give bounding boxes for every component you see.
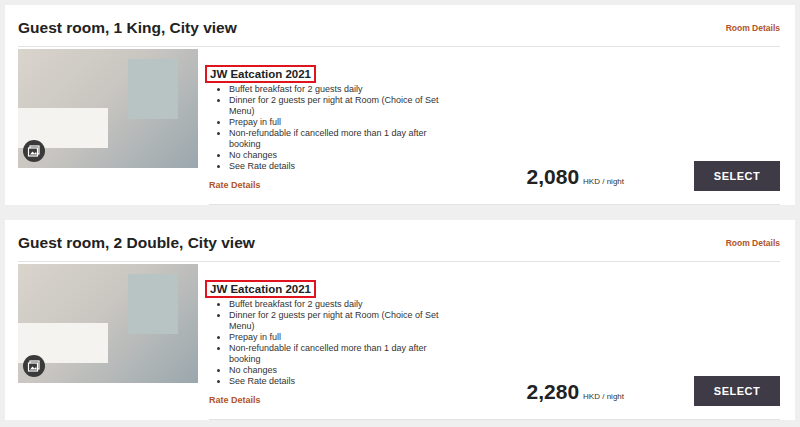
- rate-feature: Dinner for 2 guests per night at Room (C…: [229, 95, 459, 117]
- price-unit: HKD / night: [583, 392, 624, 401]
- rate-name: JW Eatcation 2021: [205, 65, 316, 83]
- rate-feature: See Rate details: [229, 376, 459, 387]
- room-title: Guest room, 1 King, City view: [18, 19, 237, 37]
- rate-feature: Buffet breakfast for 2 guests daily: [229, 84, 459, 95]
- room-header: Guest room, 1 King, City view Room Detail…: [18, 19, 780, 47]
- price-amount: 2,280: [527, 380, 580, 404]
- select-button[interactable]: SELECT: [694, 376, 780, 406]
- rate-feature: Prepay in full: [229, 117, 459, 128]
- gallery-icon[interactable]: [23, 140, 45, 162]
- rate-name: JW Eatcation 2021: [205, 280, 316, 298]
- room-header: Guest room, 2 Double, City view Room Deta…: [18, 234, 780, 262]
- room-body: JW Eatcation 2021Buffet breakfast for 2 …: [18, 47, 780, 205]
- rate-details-link[interactable]: Rate Details: [209, 180, 261, 190]
- room-card: Guest room, 2 Double, City view Room Deta…: [5, 220, 795, 420]
- price: 2,080HKD / night: [527, 165, 624, 192]
- rate-features: Buffet breakfast for 2 guests dailyDinne…: [209, 84, 459, 172]
- rate-section: JW Eatcation 2021Buffet breakfast for 2 …: [209, 49, 780, 205]
- rate-info: JW Eatcation 2021Buffet breakfast for 2 …: [209, 49, 459, 192]
- room-list: Guest room, 1 King, City view Room Detail…: [0, 0, 800, 427]
- room-title: Guest room, 2 Double, City view: [18, 234, 255, 252]
- room-photo[interactable]: [18, 264, 198, 383]
- rate-feature: Dinner for 2 guests per night at Room (C…: [229, 310, 459, 332]
- room-details-link[interactable]: Room Details: [726, 23, 780, 33]
- rate-features: Buffet breakfast for 2 guests dailyDinne…: [209, 299, 459, 387]
- price-unit: HKD / night: [583, 177, 624, 186]
- rate-feature: Buffet breakfast for 2 guests daily: [229, 299, 459, 310]
- room-details-link[interactable]: Room Details: [726, 238, 780, 248]
- rate-feature: Non-refundable if cancelled more than 1 …: [229, 343, 459, 365]
- rate-feature: See Rate details: [229, 161, 459, 172]
- rate-details-link[interactable]: Rate Details: [209, 395, 261, 405]
- rate-feature: Non-refundable if cancelled more than 1 …: [229, 128, 459, 150]
- rate-info: JW Eatcation 2021Buffet breakfast for 2 …: [209, 264, 459, 407]
- room-card: Guest room, 1 King, City view Room Detail…: [5, 5, 795, 205]
- select-button[interactable]: SELECT: [694, 161, 780, 191]
- room-photo[interactable]: [18, 49, 198, 168]
- room-body: JW Eatcation 2021Buffet breakfast for 2 …: [18, 262, 780, 420]
- gallery-icon[interactable]: [23, 355, 45, 377]
- price-amount: 2,080: [527, 165, 580, 189]
- rate-feature: No changes: [229, 365, 459, 376]
- rate-feature: No changes: [229, 150, 459, 161]
- rate-section: JW Eatcation 2021Buffet breakfast for 2 …: [209, 264, 780, 420]
- rate-feature: Prepay in full: [229, 332, 459, 343]
- price: 2,280HKD / night: [527, 380, 624, 407]
